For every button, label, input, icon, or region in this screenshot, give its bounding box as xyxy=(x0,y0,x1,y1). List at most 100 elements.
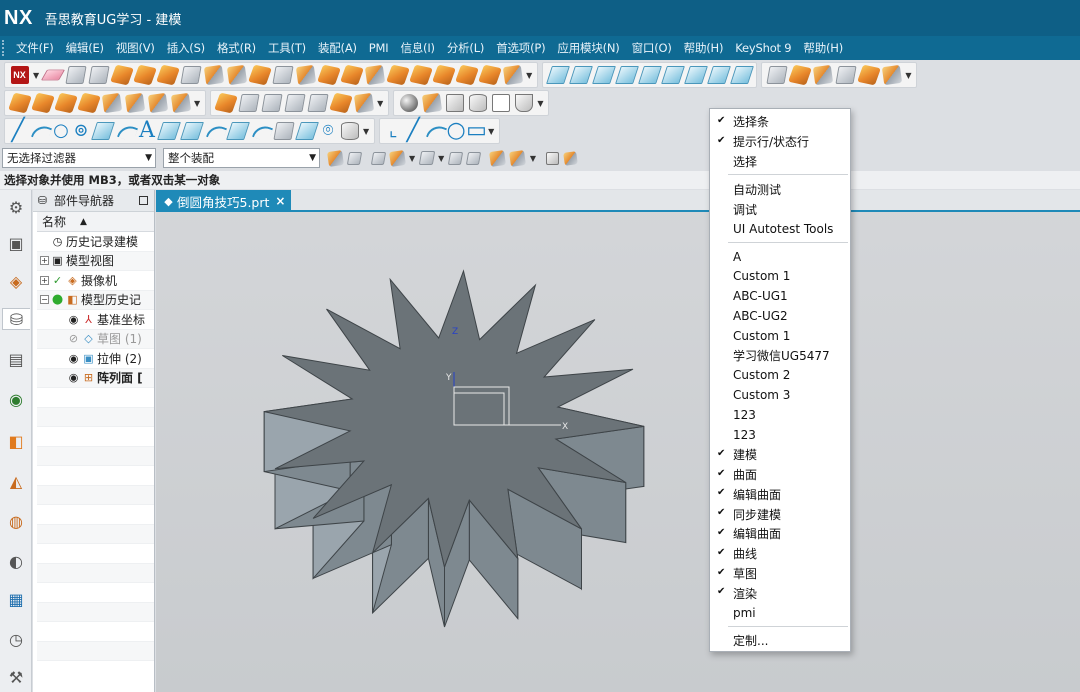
menu-insert[interactable]: 插入(S) xyxy=(161,40,211,56)
tree-item-pattern-face[interactable]: ◉ ⊞ 阵列面 [ xyxy=(37,368,154,388)
hd3d-tools-icon[interactable]: ◉ xyxy=(5,388,27,410)
name-column-header[interactable]: 名称 ▲ xyxy=(37,212,154,232)
offset-region-icon[interactable] xyxy=(53,92,78,114)
system-scene-icon[interactable]: ▦ xyxy=(5,588,27,610)
extract-curve-icon[interactable] xyxy=(294,122,319,140)
surface-edit-1-icon[interactable] xyxy=(213,92,238,114)
chevron-down-icon[interactable]: ▼ xyxy=(537,99,543,108)
menu-item-2-3[interactable]: ABC-UG2 xyxy=(710,306,850,326)
assembly-navigator-icon[interactable] xyxy=(489,149,507,167)
chevron-down-icon[interactable]: ▼ xyxy=(526,71,532,80)
menu-item-2-12[interactable]: ✔ 编辑曲面 xyxy=(710,484,850,504)
menu-item-2-0[interactable]: A xyxy=(710,247,850,267)
tools-icon[interactable]: ⚒ xyxy=(5,666,27,688)
pull-face-icon[interactable] xyxy=(30,92,55,114)
menu-item-3-0[interactable]: 定制... xyxy=(710,631,850,651)
trim-body-icon[interactable] xyxy=(408,64,433,86)
hole-icon[interactable] xyxy=(155,64,180,86)
chevron-down-icon[interactable]: ▼ xyxy=(409,154,415,163)
studio-surface-icon[interactable] xyxy=(614,66,639,84)
section-curve-icon[interactable] xyxy=(272,122,295,140)
pocket-icon[interactable] xyxy=(226,64,247,86)
chamfer-icon[interactable] xyxy=(339,64,364,86)
unite-icon[interactable] xyxy=(454,64,479,86)
pattern-face-icon[interactable] xyxy=(170,92,191,114)
menu-help-2[interactable]: 帮助(H) xyxy=(797,40,849,56)
sketch-arc-icon[interactable] xyxy=(426,122,444,140)
rectangle-icon[interactable]: ▭ xyxy=(466,120,487,142)
gear-icon[interactable]: ⚙ xyxy=(5,196,27,218)
model-canvas[interactable]: X Y Z xyxy=(156,212,1080,692)
resize-blend-icon[interactable] xyxy=(124,92,145,114)
collapse-icon[interactable]: − xyxy=(40,295,49,305)
document-tab[interactable]: ◆ 倒圆角技巧5.prt × xyxy=(156,190,292,212)
eye-icon[interactable]: ◉ xyxy=(67,352,80,365)
through-curves-icon[interactable] xyxy=(545,66,570,84)
scope-select[interactable]: 整个装配 ▼ xyxy=(163,148,320,168)
close-icon[interactable]: × xyxy=(275,194,285,208)
menu-view[interactable]: 视图(V) xyxy=(110,40,161,56)
select-feature-icon[interactable] xyxy=(346,151,363,165)
chevron-down-icon[interactable]: ▼ xyxy=(33,71,39,80)
menu-item-2-8[interactable]: 123 xyxy=(710,405,850,425)
tree-item-sketch[interactable]: ⊘ ◇ 草图 (1) xyxy=(37,329,154,349)
chevron-down-icon[interactable]: ▼ xyxy=(530,154,536,163)
menu-item-2-1[interactable]: Custom 1 xyxy=(710,267,850,287)
menu-item-2-6[interactable]: Custom 2 xyxy=(710,366,850,386)
eye-icon[interactable]: ◉ xyxy=(67,371,80,384)
menu-item-0-1[interactable]: ✔ 提示行/状态行 xyxy=(710,132,850,152)
menu-pmi[interactable]: PMI xyxy=(363,41,395,55)
menu-item-2-5[interactable]: 学习微信UG5477 xyxy=(710,346,850,366)
menu-item-0-2[interactable]: 选择 xyxy=(710,152,850,172)
text-icon[interactable]: A xyxy=(137,120,157,142)
arc-icon[interactable] xyxy=(31,122,49,140)
datum-plane-icon[interactable] xyxy=(40,69,65,81)
menu-help[interactable]: 帮助(H) xyxy=(678,40,730,56)
x-form-icon[interactable] xyxy=(766,66,788,84)
pattern-feature-icon[interactable] xyxy=(502,64,523,86)
maximize-icon[interactable] xyxy=(139,196,148,205)
resize-chamfer-icon[interactable] xyxy=(147,92,168,114)
select-all-icon[interactable] xyxy=(418,151,435,165)
menu-edit[interactable]: 编辑(E) xyxy=(60,40,110,56)
surface-edit-5-icon[interactable] xyxy=(307,94,329,112)
menu-item-1-1[interactable]: 调试 xyxy=(710,199,850,219)
graphics-window[interactable]: ◆ 倒圆角技巧5.prt × X Y Z xyxy=(156,190,1080,692)
revolve-icon[interactable] xyxy=(88,66,110,84)
shaded-icon[interactable] xyxy=(445,94,464,112)
circle-icon[interactable]: ○ xyxy=(51,120,71,142)
studio-render-icon[interactable] xyxy=(421,92,442,114)
trimmed-sheet-icon[interactable] xyxy=(729,66,754,84)
intersection-curve-icon[interactable] xyxy=(252,122,270,140)
menu-item-2-14[interactable]: ✔ 编辑曲面 xyxy=(710,524,850,544)
menu-keyshot[interactable]: KeyShot 9 xyxy=(729,41,797,55)
tree-item-cameras[interactable]: + ✓ ◈ 摄像机 xyxy=(37,271,154,291)
menu-tools[interactable]: 工具(T) xyxy=(262,40,312,56)
surface-edit-2-icon[interactable] xyxy=(238,94,260,112)
through-curve-mesh-icon[interactable] xyxy=(568,66,593,84)
subtract-icon[interactable] xyxy=(477,64,502,86)
replace-face-icon[interactable] xyxy=(76,92,101,114)
chevron-down-icon[interactable]: ▼ xyxy=(377,99,383,108)
menu-assemblies[interactable]: 装配(A) xyxy=(312,40,363,56)
surface-edit-4-icon[interactable] xyxy=(284,94,306,112)
part-navigator-tab-icon[interactable]: ⛁ xyxy=(2,308,30,330)
project-curve-icon[interactable] xyxy=(90,122,115,140)
sketch-line-icon[interactable]: ╱ xyxy=(403,120,423,142)
menu-format[interactable]: 格式(R) xyxy=(211,40,262,56)
clock-icon[interactable]: ◷ xyxy=(5,628,27,650)
menu-application[interactable]: 应用模块(N) xyxy=(551,40,625,56)
surface-edit-7-icon[interactable] xyxy=(353,92,374,114)
chevron-down-icon[interactable]: ▼ xyxy=(363,127,369,136)
chevron-down-icon[interactable]: ▼ xyxy=(194,99,200,108)
boss-icon[interactable] xyxy=(180,66,202,84)
menu-item-2-11[interactable]: ✔ 曲面 xyxy=(710,465,850,485)
menu-item-2-2[interactable]: ABC-UG1 xyxy=(710,286,850,306)
pad-icon[interactable] xyxy=(203,64,224,86)
menu-analysis[interactable]: 分析(L) xyxy=(441,40,490,56)
tree-item-model-views[interactable]: + ▣ 模型视图 xyxy=(37,251,154,271)
cylinder-icon[interactable] xyxy=(132,64,157,86)
menu-item-1-2[interactable]: UI Autotest Tools xyxy=(710,219,850,239)
menu-item-2-13[interactable]: ✔ 同步建模 xyxy=(710,504,850,524)
expand-icon[interactable]: + xyxy=(40,275,49,285)
